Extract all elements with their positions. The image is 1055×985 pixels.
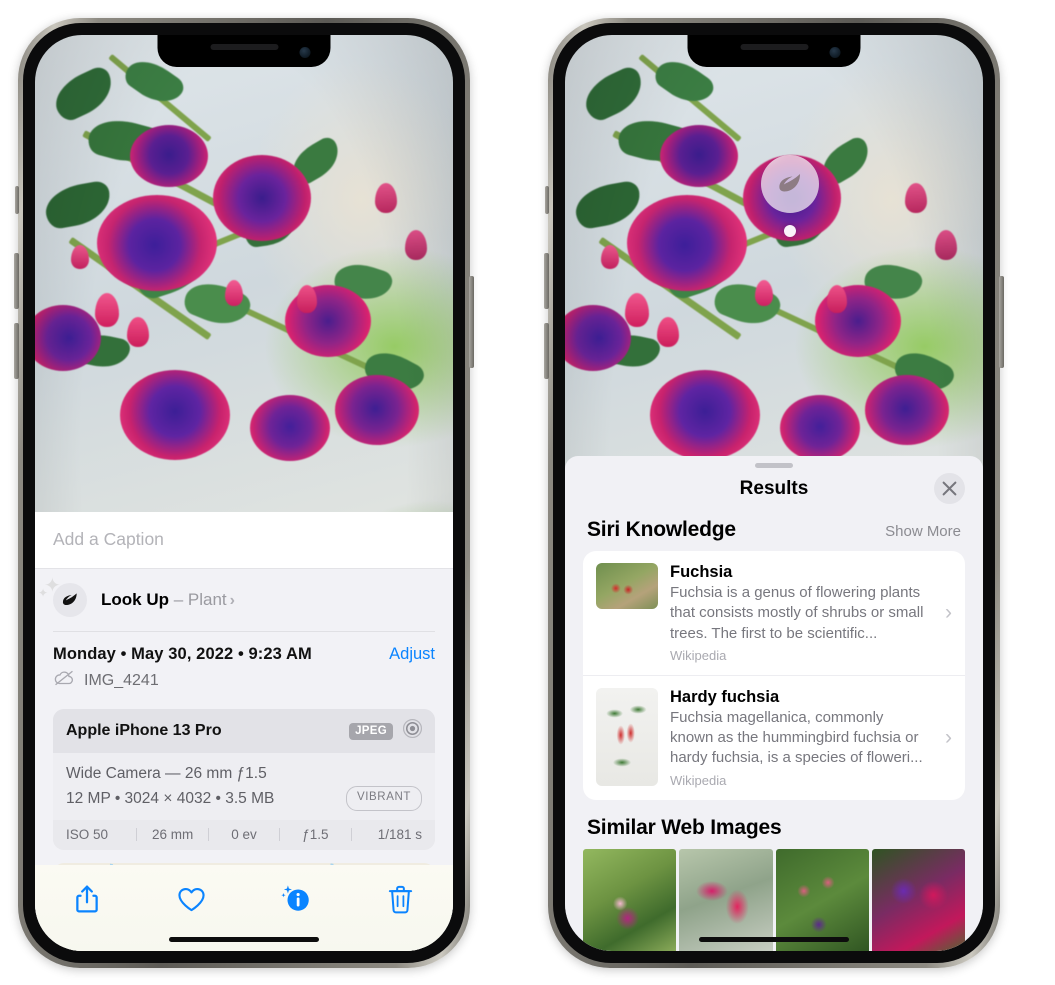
device-notch [687, 35, 861, 67]
camera-info-card[interactable]: Apple iPhone 13 Pro JPEG Wide Camera — 2… [53, 709, 435, 850]
chevron-right-icon: › [945, 600, 952, 624]
card-source: Wikipedia [670, 647, 727, 663]
iphone-left-device: Add a Caption ✦ ✦ Look Up – Plant › Mond… [14, 18, 474, 968]
web-image-tile[interactable] [775, 848, 869, 951]
close-button[interactable] [934, 473, 965, 504]
capture-date: Monday • May 30, 2022 • 9:23 AM [53, 645, 312, 664]
look-up-label: Look Up – Plant › [101, 590, 235, 610]
format-badge: JPEG [349, 722, 393, 740]
favorite-button[interactable] [164, 879, 220, 919]
card-source: Wikipedia [670, 772, 727, 788]
exif-iso: ISO 50 [66, 827, 109, 842]
card-description: Fuchsia magellanica, commonly known as t… [670, 708, 923, 767]
silent-switch[interactable] [545, 186, 549, 214]
volume-up-button[interactable] [14, 253, 19, 309]
sparkle-small-icon: ✦ [38, 586, 49, 601]
exif-shutter: 1/181 s [377, 827, 423, 842]
look-up-separator: – [169, 590, 188, 610]
lens-line: Wide Camera — 26 mm ƒ1.5 [66, 765, 267, 783]
similar-web-images-title: Similar Web Images [587, 815, 782, 839]
device-notch [157, 35, 331, 67]
exif-row: ISO 50 26 mm 0 ev ƒ1.5 1/181 s [53, 820, 435, 850]
front-camera-icon [829, 47, 841, 58]
camera-specs: Wide Camera — 26 mm ƒ1.5 12 MP • 3024 × … [53, 753, 435, 820]
siri-knowledge-cards: Fuchsia Fuchsia is a genus of flowering … [583, 551, 965, 800]
leaf-icon: ✦ ✦ [38, 575, 87, 618]
knowledge-card[interactable]: Hardy fuchsia Fuchsia magellanica, commo… [583, 674, 965, 800]
camera-header: Apple iPhone 13 Pro JPEG [53, 709, 435, 754]
visual-lookup-dot [784, 225, 796, 237]
visual-lookup-chip[interactable] [761, 155, 819, 213]
side-power-button[interactable] [999, 276, 1004, 368]
share-button[interactable] [59, 879, 115, 919]
exif-exposure: 0 ev [231, 827, 257, 842]
web-image-tile[interactable] [871, 848, 965, 951]
card-description: Fuchsia is a genus of flowering plants t… [670, 584, 924, 642]
results-header: Results [565, 468, 983, 514]
exif-focal: 26 mm [151, 827, 194, 842]
right-screen: Results Siri Knowledge Show More Fuchsia… [565, 35, 983, 951]
look-up-title: Look Up [101, 590, 169, 610]
home-indicator[interactable] [169, 937, 319, 942]
siri-knowledge-title: Siri Knowledge [587, 518, 736, 541]
card-title: Fuchsia [670, 563, 733, 581]
card-title: Hardy fuchsia [670, 687, 780, 706]
look-up-subject: Plant [187, 590, 227, 610]
web-image-tile[interactable] [583, 848, 677, 951]
info-button[interactable] [268, 879, 324, 919]
filename-label: IMG_4241 [84, 671, 159, 689]
specs-line: 12 MP • 3024 × 4032 • 3.5 MB [66, 789, 275, 807]
screenshot-stage: Add a Caption ✦ ✦ Look Up – Plant › Mond… [0, 0, 1055, 985]
fuchsia-thumbnail [596, 563, 658, 609]
home-indicator[interactable] [699, 937, 849, 942]
volume-down-button[interactable] [14, 323, 19, 379]
silent-switch[interactable] [15, 186, 19, 214]
quality-badge: VIBRANT [345, 786, 422, 811]
aperture-icon [402, 718, 423, 744]
left-screen: Add a Caption ✦ ✦ Look Up – Plant › Mond… [35, 35, 453, 951]
show-more-button[interactable]: Show More [885, 523, 961, 540]
delete-button[interactable] [373, 879, 429, 919]
hardy-fuchsia-thumbnail [596, 687, 658, 786]
volume-up-button[interactable] [544, 253, 549, 309]
chevron-right-icon: › [229, 592, 235, 610]
iphone-right-device: Results Siri Knowledge Show More Fuchsia… [544, 18, 1004, 968]
knowledge-card[interactable]: Fuchsia Fuchsia is a genus of flowering … [583, 551, 965, 675]
earpiece-speaker [210, 44, 278, 50]
results-sheet: Results Siri Knowledge Show More Fuchsia… [565, 456, 983, 951]
volume-down-button[interactable] [544, 323, 549, 379]
exif-aperture: ƒ1.5 [302, 827, 329, 842]
siri-knowledge-header: Siri Knowledge Show More [565, 514, 983, 551]
icloud-slash-icon [53, 670, 75, 691]
close-icon [942, 481, 957, 496]
side-power-button[interactable] [469, 276, 474, 368]
similar-web-images-grid [565, 848, 983, 951]
results-title: Results [739, 478, 809, 499]
camera-model: Apple iPhone 13 Pro [66, 722, 222, 740]
earpiece-speaker [740, 44, 808, 50]
web-image-tile[interactable] [679, 848, 773, 951]
caption-input[interactable]: Add a Caption [35, 512, 453, 570]
device-bezel: Add a Caption ✦ ✦ Look Up – Plant › Mond… [23, 23, 465, 963]
look-up-row[interactable]: ✦ ✦ Look Up – Plant › [35, 569, 453, 631]
device-bezel: Results Siri Knowledge Show More Fuchsia… [553, 23, 995, 963]
leaf-icon [779, 174, 800, 192]
photo-info-sheet: Add a Caption ✦ ✦ Look Up – Plant › Mond… [35, 512, 453, 951]
photo-metadata: Monday • May 30, 2022 • 9:23 AM Adjust I… [35, 632, 453, 701]
front-camera-icon [299, 47, 311, 58]
chevron-right-icon: › [945, 725, 952, 749]
adjust-button[interactable]: Adjust [389, 645, 435, 664]
